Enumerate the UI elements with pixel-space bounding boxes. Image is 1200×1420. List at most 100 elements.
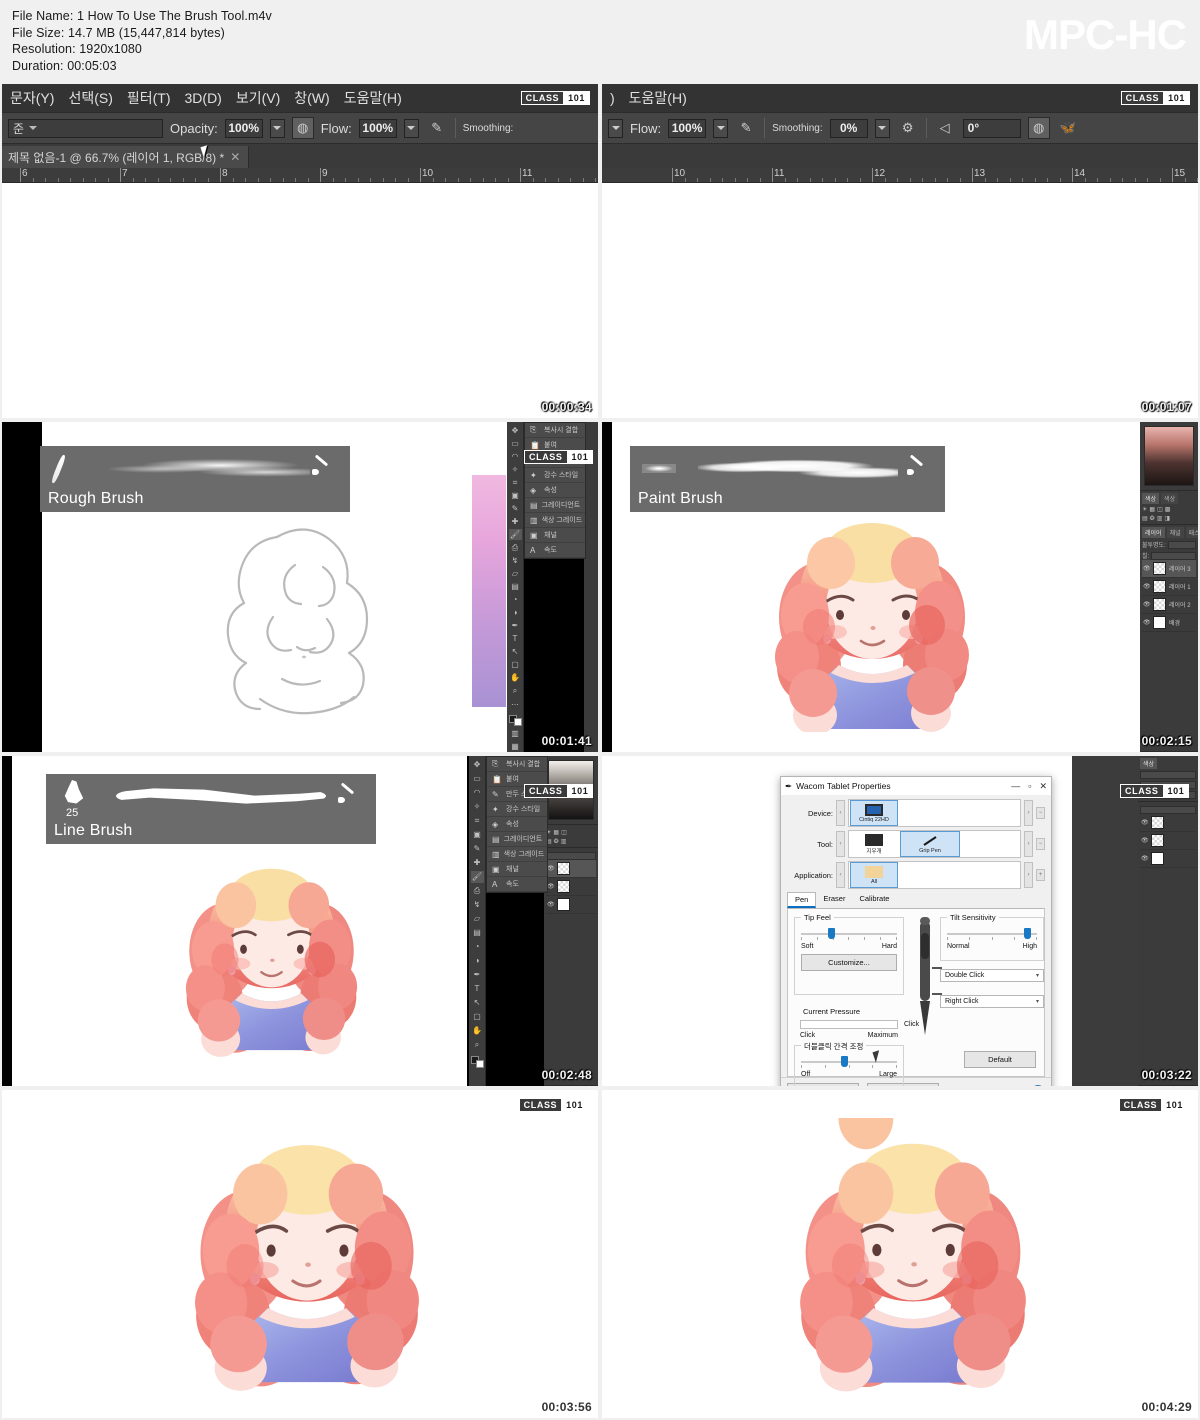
menu-popup-item[interactable]: ⎘ 복사시 결합 xyxy=(487,757,547,772)
menu-popup-item[interactable]: ✦ 강수 스타일 xyxy=(487,802,547,817)
path-select-tool-icon[interactable]: ↖ xyxy=(471,997,484,1009)
tab-eraser[interactable]: Eraser xyxy=(816,892,852,908)
symmetry-icon[interactable]: 🦋 xyxy=(1057,117,1079,139)
lasso-tool-icon[interactable]: ◠ xyxy=(509,451,522,462)
device-scroll-left-icon[interactable]: ‹ xyxy=(836,800,845,826)
device-item-cintiq[interactable]: Cintiq 22HD xyxy=(850,800,898,826)
curves-icon[interactable]: ◫ xyxy=(1157,506,1163,513)
tool-tray[interactable]: 지우개 Grip Pen xyxy=(848,830,1021,858)
photoshop-right-panels-5[interactable]: ☀ ▦ ◫ ▤ ❂ ▥ 👁 👁 👁 xyxy=(544,756,598,1086)
thumbnail-cell-7[interactable]: CLASS 101 00:03:56 xyxy=(0,1088,600,1420)
menu-popup-item[interactable]: ▣ 채널 xyxy=(525,528,585,543)
color-swatch[interactable] xyxy=(508,715,522,727)
tab-pen[interactable]: Pen xyxy=(787,892,817,908)
tab-channels[interactable]: 채널 xyxy=(1166,527,1184,538)
device-tray[interactable]: Cintiq 22HD xyxy=(848,799,1021,827)
photoshop-right-panels-6[interactable]: 색상 👁 👁 � xyxy=(1138,756,1198,1086)
photoshop-right-panels-3[interactable] xyxy=(584,422,598,752)
device-row[interactable]: Device: ‹ Cintiq 22HD › − xyxy=(787,799,1045,827)
eye-icon[interactable]: 👁 xyxy=(1143,583,1151,590)
menu-popup-item[interactable]: ▥ 색상 그레이드 xyxy=(487,847,547,862)
layer-item[interactable]: 👁 xyxy=(546,860,596,878)
clone-stamp-tool-icon[interactable]: ⎙ xyxy=(471,885,484,897)
flow-value[interactable]: 100% xyxy=(358,118,397,138)
wacom-titlebar[interactable]: ✒ Wacom Tablet Properties — ▫ ✕ xyxy=(781,777,1051,795)
slider-knob[interactable] xyxy=(1024,928,1032,939)
healing-tool-icon[interactable]: ✚ xyxy=(471,857,484,869)
menu-item-type[interactable]: 문자(Y) xyxy=(10,88,54,108)
background-color[interactable] xyxy=(513,718,522,727)
adjustment-icons-row[interactable]: ☀ ▦ ◫ ▩ xyxy=(1142,506,1196,513)
brush-tool-icon[interactable]: 🖌 xyxy=(508,529,522,541)
brightness-icon[interactable]: ☀ xyxy=(1142,506,1147,513)
adjustments-panel[interactable]: 색상 색상 ☀ ▦ ◫ ▩ ▤ ❂ ▥ ◨ xyxy=(1140,491,1198,525)
layer-item[interactable]: 👁 레이어 2 xyxy=(1142,596,1196,614)
color-swatch[interactable] xyxy=(470,1056,484,1068)
photoshop-menu-popup-5[interactable]: ⎘복사시 결합📋붙여✎만두 스타일✦강수 스타일◈속성▤그레이디언트▥색상 그레… xyxy=(486,756,548,893)
left-dropdown[interactable] xyxy=(608,118,623,138)
blend-mode-combo[interactable]: 준 xyxy=(8,118,163,138)
menu-item-window[interactable]: 창(W) xyxy=(294,88,329,108)
hue-icon[interactable]: ❂ xyxy=(554,838,559,845)
photoshop-toolbar-5[interactable]: ✥ ▭ ◠ ✧ ⌗ ▣ ✎ ✚ 🖌 ⎙ ↯ ▱ ▤ ◔ ◑ ✒ T ↖ ▢ ✋ xyxy=(469,756,486,1086)
hand-tool-icon[interactable]: ✋ xyxy=(509,673,522,684)
photoshop-option-bar-2[interactable]: Flow: 100% ✎ Smoothing: 0% ⚙ ◁ 0° ◍ 🦋 xyxy=(602,112,1198,144)
mini-field[interactable] xyxy=(1140,771,1196,779)
thumbnail-cell-8[interactable]: CLASS 101 00:04:29 xyxy=(600,1088,1200,1420)
marquee-tool-icon[interactable]: ▭ xyxy=(471,773,484,785)
tool-minus-button[interactable]: − xyxy=(1036,838,1045,850)
double-click-select[interactable]: Double Click ▾ xyxy=(940,969,1044,982)
eye-icon[interactable]: 👁 xyxy=(547,901,555,908)
type-tool-icon[interactable]: T xyxy=(471,983,484,995)
dcd-slider[interactable] xyxy=(801,1056,897,1068)
eraser-tool-icon[interactable]: ▱ xyxy=(509,569,522,580)
photoshop-option-bar-1[interactable]: 준 Opacity: 100% ◍ Flow: 100% ✎ Smoothing… xyxy=(2,112,598,144)
brush-tool-icon[interactable]: 🖌 xyxy=(470,871,484,883)
tool-item-eraser[interactable]: 지우개 xyxy=(850,831,898,857)
tool-item-grip-pen[interactable]: Grip Pen xyxy=(900,831,960,857)
blur-tool-icon[interactable]: ◔ xyxy=(471,941,484,953)
eye-icon[interactable]: 👁 xyxy=(1143,601,1151,608)
eyedropper-tool-icon[interactable]: ✎ xyxy=(471,843,484,855)
adjustment-icons-row-2[interactable]: ▤ ❂ ▥ ◨ xyxy=(1142,515,1196,522)
dodge-tool-icon[interactable]: ◑ xyxy=(509,608,522,619)
menu-popup-item[interactable]: ▣ 채널 xyxy=(487,862,547,877)
flow-dropdown[interactable] xyxy=(403,118,419,138)
menu-popup-item[interactable]: ◈ 속성 xyxy=(487,817,547,832)
more-tools-icon[interactable]: ⋯ xyxy=(509,699,522,710)
application-item-all[interactable]: All xyxy=(850,862,898,888)
eye-icon[interactable]: 👁 xyxy=(1141,855,1149,862)
tab-calibrate[interactable]: Calibrate xyxy=(852,892,896,908)
clone-stamp-tool-icon[interactable]: ⎙ xyxy=(509,542,522,553)
smoothing-dropdown[interactable] xyxy=(874,118,890,138)
wacom-window-buttons[interactable]: — ▫ ✕ xyxy=(1011,781,1047,792)
curves-icon[interactable]: ◫ xyxy=(561,829,567,836)
zoom-tool-icon[interactable]: ⌕ xyxy=(509,686,522,697)
layer-item[interactable]: 👁 레이어 1 xyxy=(1142,578,1196,596)
zoom-tool-icon[interactable]: ⌕ xyxy=(471,1039,484,1051)
bw-icon[interactable]: ◨ xyxy=(1164,515,1170,522)
airbrush-icon[interactable]: ✎ xyxy=(426,117,448,139)
eye-icon[interactable]: 👁 xyxy=(1141,837,1149,844)
app-plus-button[interactable]: + xyxy=(1036,869,1045,881)
panel-tab-props[interactable]: 색상 xyxy=(1140,758,1158,769)
device-scroll-right-icon[interactable]: › xyxy=(1024,800,1033,826)
menu-popup-item[interactable]: ◈ 속성 xyxy=(525,483,585,498)
move-tool-icon[interactable]: ✥ xyxy=(471,759,484,771)
layer-opacity-row[interactable] xyxy=(546,852,596,860)
gradient-tool-icon[interactable]: ▤ xyxy=(471,927,484,939)
healing-tool-icon[interactable]: ✚ xyxy=(509,516,522,527)
menu-item-select[interactable]: 선택(S) xyxy=(68,88,112,108)
layers-panel[interactable]: 레이어 채널 패스 불투명도: 칠: 👁 레이어 3 👁 레이어 1 👁 레이어… xyxy=(1140,525,1198,752)
history-brush-tool-icon[interactable]: ↯ xyxy=(471,899,484,911)
shape-tool-icon[interactable]: ▢ xyxy=(509,660,522,671)
pressure-size-toggle-icon[interactable]: ◍ xyxy=(1027,117,1050,139)
layer-opacity-row[interactable]: 불투명도: xyxy=(1142,540,1196,549)
colorbal-icon[interactable]: ▥ xyxy=(561,838,567,845)
menu-item-help[interactable]: 도움말(H) xyxy=(344,88,402,108)
menu-item-filter[interactable]: 필터(T) xyxy=(127,88,171,108)
default-button[interactable]: Default xyxy=(964,1051,1036,1068)
airbrush-icon-2[interactable]: ✎ xyxy=(735,117,757,139)
quick-mask-icon[interactable]: ▥ xyxy=(509,728,522,739)
menu-item-help-2[interactable]: 도움말(H) xyxy=(629,88,687,108)
